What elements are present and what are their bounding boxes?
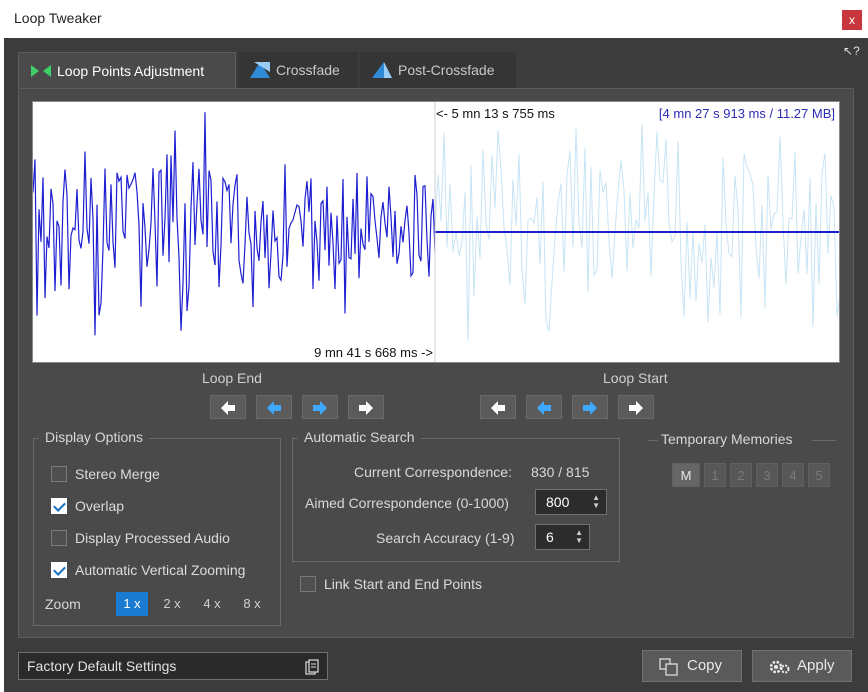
spin-arrows-icon[interactable]: ▲ ▼ [592, 494, 600, 510]
loop-start-nudge-button-2[interactable] [572, 395, 608, 419]
search-accuracy-value: 6 [546, 529, 554, 545]
spin-arrows-icon[interactable]: ▲ ▼ [575, 529, 583, 545]
display-option-checkbox[interactable]: Display Processed Audio [51, 529, 230, 549]
loop-start-nudge-button-1[interactable] [526, 395, 562, 419]
offset-readout: <- 5 mn 13 s 755 ms [436, 106, 555, 121]
total-length-readout: [4 mn 27 s 913 ms / 11.27 MB] [658, 106, 835, 121]
arrow-left-white-icon [221, 401, 235, 415]
position-readout: 9 mn 41 s 668 ms -> [314, 345, 433, 360]
aimed-correspondence-label: Aimed Correspondence (0-1000) [305, 495, 509, 511]
memory-slot-button[interactable]: 4 [782, 463, 804, 487]
memory-slot-button[interactable]: 3 [756, 463, 778, 487]
title-bar: Loop Tweaker x [0, 0, 868, 38]
checkbox-box[interactable] [300, 576, 316, 592]
zoom-option-button[interactable]: 4 x [196, 592, 228, 616]
checkbox-box[interactable] [51, 562, 67, 578]
arrow-left-white-icon [491, 401, 505, 415]
loop-points-icon [31, 65, 51, 77]
checkbox-label: Overlap [75, 498, 125, 514]
waveform-display[interactable]: <- 5 mn 13 s 755 ms [4 mn 27 s 913 ms / … [32, 101, 840, 363]
arrow-right-white-icon [629, 401, 643, 415]
zoom-option-button[interactable]: 1 x [116, 592, 148, 616]
tab-post-crossfade[interactable]: Post-Crossfade [360, 52, 516, 88]
arrow-left-blue-icon [537, 401, 551, 415]
divider [812, 440, 836, 441]
automatic-search-title: Automatic Search [298, 429, 421, 445]
tab-label: Crossfade [276, 62, 340, 78]
loop-end-nudge-button-2[interactable] [302, 395, 338, 419]
memory-slot-button[interactable]: 1 [704, 463, 726, 487]
memory-store-button[interactable]: M [672, 463, 700, 487]
loop-end-nudge-button-3[interactable] [348, 395, 384, 419]
checkbox-label: Link Start and End Points [324, 576, 482, 592]
temporary-memories-title: Temporary Memories [661, 431, 793, 447]
waveform-left-trace [33, 112, 436, 336]
display-option-checkbox[interactable]: Stereo Merge [51, 465, 160, 485]
loop-end-nudge-button-1[interactable] [256, 395, 292, 419]
apply-button[interactable]: Apply [752, 650, 852, 682]
tab-loop-points-adjustment[interactable]: Loop Points Adjustment [18, 52, 236, 88]
waveform-plot [33, 102, 839, 362]
search-accuracy-spinbox[interactable]: 6 ▲ ▼ [535, 524, 590, 550]
memory-slot-button[interactable]: 2 [730, 463, 752, 487]
link-start-end-checkbox[interactable]: Link Start and End Points [300, 575, 482, 595]
loop-start-nudge-button-0[interactable] [480, 395, 516, 419]
help-label: ? [853, 44, 860, 58]
checkbox-box[interactable] [51, 530, 67, 546]
preset-menu-icon[interactable] [305, 659, 319, 675]
current-correspondence-label: Current Correspondence: [354, 464, 512, 480]
loop-start-label: Loop Start [603, 370, 668, 386]
preset-name: Factory Default Settings [27, 658, 177, 674]
tab-label: Post-Crossfade [398, 62, 495, 78]
copy-icon [659, 658, 678, 676]
zoom-option-button[interactable]: 8 x [236, 592, 268, 616]
divider [648, 440, 658, 441]
apply-label: Apply [797, 657, 835, 674]
arrow-left-blue-icon [267, 401, 281, 415]
arrow-right-blue-icon [313, 401, 327, 415]
arrow-right-blue-icon [583, 401, 597, 415]
tab-crossfade[interactable]: Crossfade [238, 52, 358, 88]
zoom-option-button[interactable]: 2 x [156, 592, 188, 616]
display-option-checkbox[interactable]: Automatic Vertical Zooming [51, 561, 245, 581]
loop-start-nudge-button-3[interactable] [618, 395, 654, 419]
loop-end-nudge-button-0[interactable] [210, 395, 246, 419]
aimed-correspondence-spinbox[interactable]: 800 ▲ ▼ [535, 489, 607, 515]
checkbox-box[interactable] [51, 498, 67, 514]
display-options-title: Display Options [39, 429, 150, 445]
copy-label: Copy [687, 657, 723, 674]
checkbox-box[interactable] [51, 466, 67, 482]
gear-icon [769, 660, 790, 674]
help-icon[interactable]: ↖? [843, 44, 860, 58]
loop-end-label: Loop End [202, 370, 262, 386]
aimed-correspondence-value: 800 [546, 494, 570, 510]
post-crossfade-icon [372, 62, 392, 78]
close-button[interactable]: x [842, 10, 862, 30]
search-accuracy-label: Search Accuracy (1-9) [376, 530, 515, 546]
window-title: Loop Tweaker [14, 10, 102, 26]
checkbox-label: Stereo Merge [75, 466, 160, 482]
memory-slot-button[interactable]: 5 [808, 463, 830, 487]
display-option-checkbox[interactable]: Overlap [51, 497, 124, 517]
current-correspondence-value: 830 / 815 [531, 464, 590, 480]
copy-button[interactable]: Copy [642, 650, 742, 682]
tab-label: Loop Points Adjustment [57, 63, 205, 79]
checkbox-label: Automatic Vertical Zooming [75, 562, 246, 578]
crossfade-icon [250, 62, 270, 78]
preset-selector[interactable]: Factory Default Settings [18, 652, 328, 680]
zoom-label: Zoom [45, 596, 81, 612]
checkbox-label: Display Processed Audio [75, 530, 230, 546]
arrow-right-white-icon [359, 401, 373, 415]
